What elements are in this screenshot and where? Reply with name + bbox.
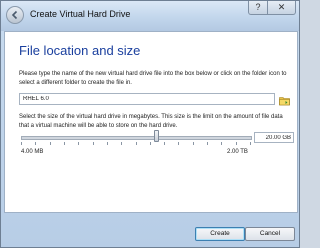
page-title: File location and size (19, 43, 141, 58)
slider-ticks (21, 142, 252, 146)
slider-tick (50, 142, 51, 145)
size-field[interactable] (254, 132, 294, 143)
slider-tick (236, 142, 237, 145)
create-button[interactable]: Create (195, 227, 245, 241)
slider-tick (21, 142, 22, 145)
slider-tick (207, 142, 208, 145)
size-slider-track[interactable] (21, 136, 252, 140)
slider-tick (93, 142, 94, 145)
help-button[interactable]: ? (248, 1, 268, 15)
folder-icon (279, 97, 290, 106)
back-button[interactable] (6, 6, 24, 24)
window-title: Create Virtual Hard Drive (30, 9, 131, 19)
wizard-page: File location and size Please type the n… (4, 31, 298, 213)
slider-tick (178, 142, 179, 145)
choose-folder-button[interactable] (279, 93, 290, 106)
file-name-field[interactable] (19, 93, 275, 105)
max-size-label: 2.00 TB (227, 149, 248, 155)
cancel-button[interactable]: Cancel (245, 227, 295, 241)
slider-tick (164, 142, 165, 145)
slider-tick (221, 142, 222, 145)
back-arrow-icon (11, 10, 18, 20)
size-description: Select the size of the virtual hard driv… (19, 114, 283, 129)
slider-tick (121, 142, 122, 145)
slider-tick (35, 142, 36, 145)
close-button[interactable]: ✕ (268, 1, 296, 15)
slider-tick (136, 142, 137, 145)
min-size-label: 4.00 MB (21, 149, 44, 155)
size-slider-thumb[interactable] (153, 130, 159, 142)
slider-tick (150, 142, 151, 145)
dialog-window: Create Virtual Hard Drive ? ✕ File locat… (0, 0, 300, 248)
slider-tick (250, 142, 251, 145)
slider-tick (78, 142, 79, 145)
location-description: Please type the name of the new virtual … (19, 71, 287, 86)
slider-tick (64, 142, 65, 145)
title-bar: Create Virtual Hard Drive ? ✕ (1, 1, 299, 31)
slider-tick (107, 142, 108, 145)
slider-tick (193, 142, 194, 145)
